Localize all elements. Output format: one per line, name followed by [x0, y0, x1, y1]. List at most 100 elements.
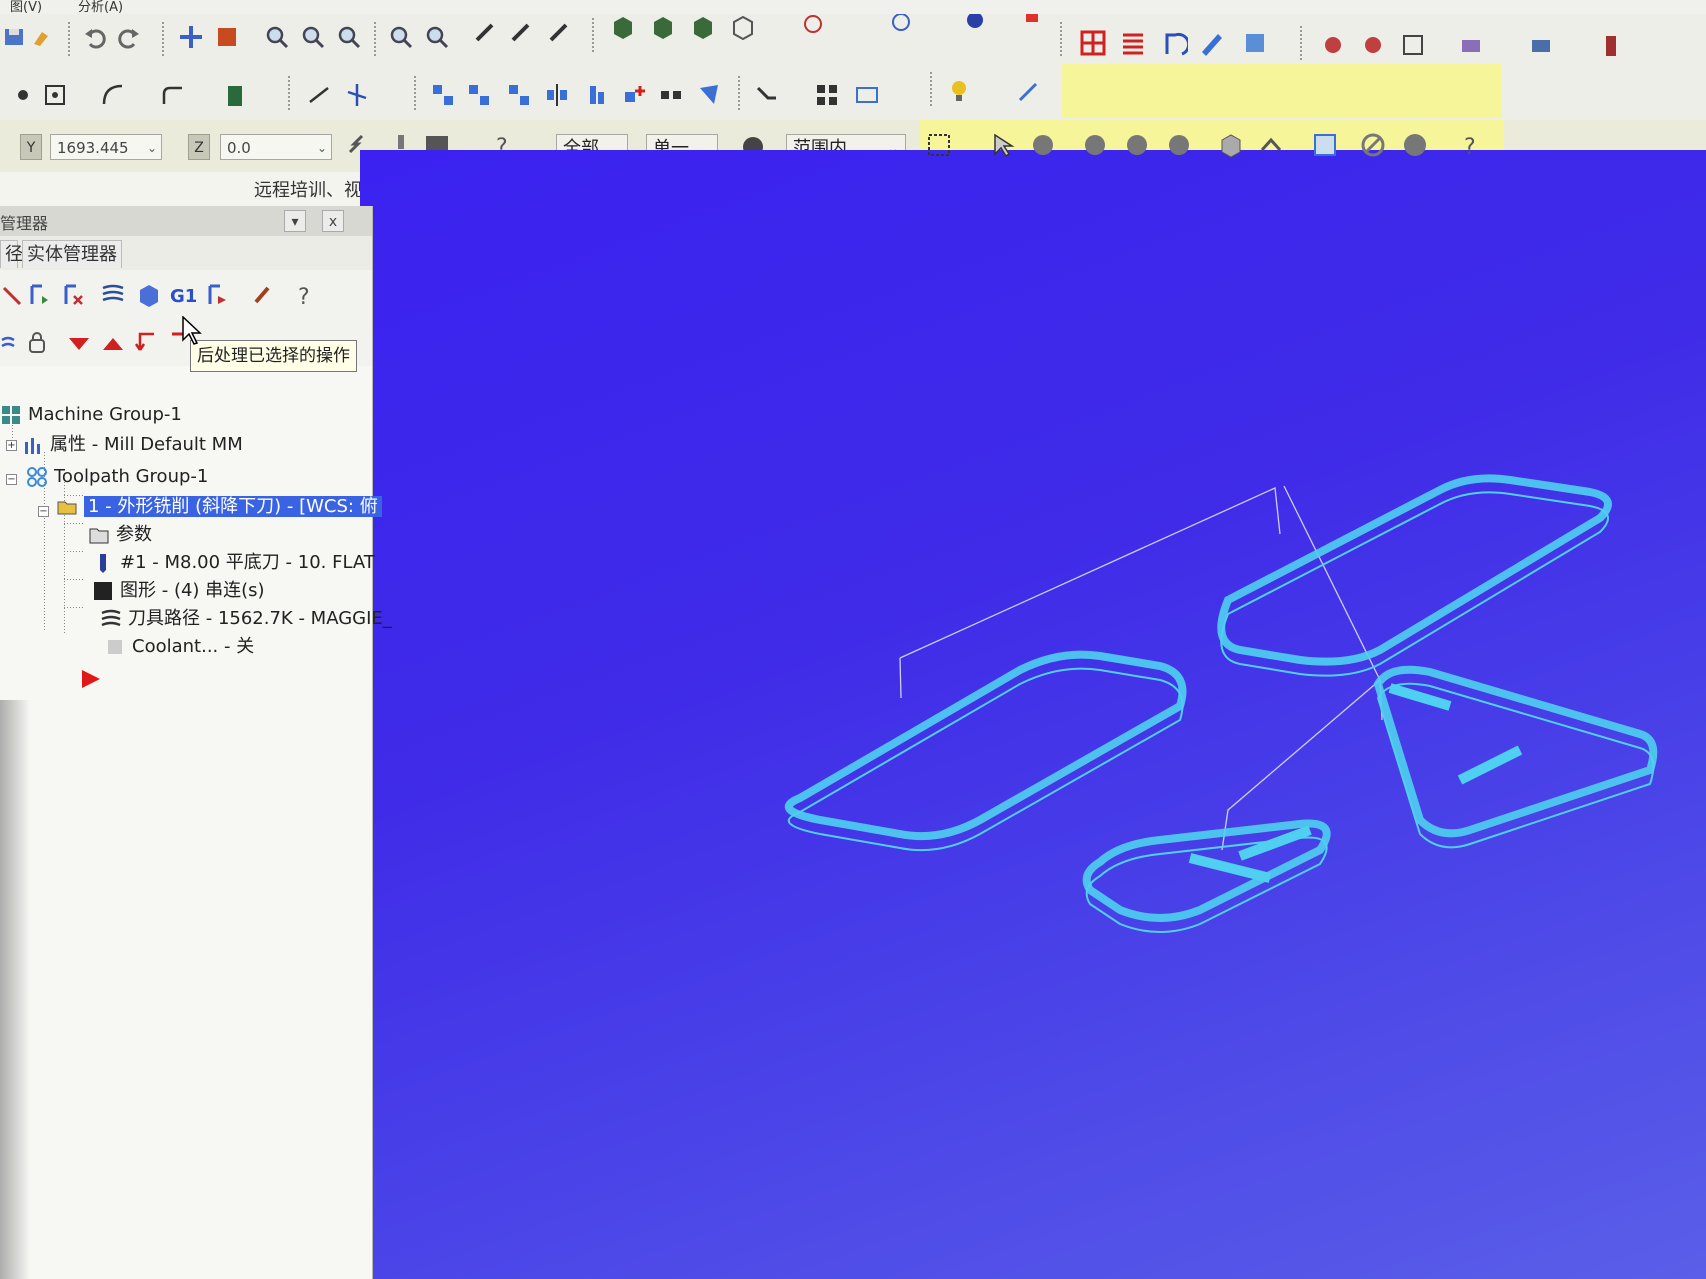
pen-icon[interactable]: [1198, 30, 1224, 56]
collapse-toggle[interactable]: −: [38, 506, 49, 517]
post-process-g1-icon[interactable]: G1: [170, 282, 196, 308]
grid4-icon[interactable]: [814, 82, 840, 108]
array-icon[interactable]: [658, 82, 684, 108]
tree-geometry[interactable]: 图形 - (4) 串连(s): [92, 578, 265, 604]
zoom-out-icon[interactable]: [336, 24, 362, 50]
hex-icon[interactable]: [1082, 132, 1108, 158]
tree-tool[interactable]: #1 - M8.00 平底刀 - 10. FLAT: [92, 550, 375, 576]
chain-icon[interactable]: [472, 20, 498, 46]
fillet-icon[interactable]: [160, 82, 186, 108]
box-icon[interactable]: [1400, 32, 1426, 58]
insert-arrow-icon[interactable]: [134, 330, 160, 356]
chevron-down-icon[interactable]: ⌄: [317, 135, 327, 161]
chevron-down-icon[interactable]: ⌄: [147, 135, 157, 161]
redo-icon[interactable]: [116, 24, 142, 50]
chain2-icon[interactable]: [508, 20, 534, 46]
xform3-icon[interactable]: [506, 82, 532, 108]
high-feed-icon[interactable]: [204, 282, 230, 308]
lock-icon[interactable]: [250, 282, 276, 308]
list-icon[interactable]: [1120, 30, 1146, 56]
tab-solids-manager[interactable]: 实体管理器: [22, 240, 122, 268]
globe-icon[interactable]: [888, 14, 914, 40]
solid-icon[interactable]: [1242, 30, 1268, 56]
menu-item-view[interactable]: 图(V): [10, 0, 42, 15]
view-iso-icon[interactable]: [610, 14, 636, 40]
zoom-in-icon[interactable]: [300, 24, 326, 50]
cam2-icon[interactable]: [1360, 32, 1386, 58]
arrow-down-right-icon[interactable]: [754, 82, 780, 108]
xform2-icon[interactable]: [466, 82, 492, 108]
zoom-prev-icon[interactable]: [424, 24, 450, 50]
cube-icon[interactable]: [1218, 132, 1244, 158]
view-front-icon[interactable]: [690, 14, 716, 40]
eraser-icon[interactable]: [1528, 32, 1554, 58]
zoom-window-icon[interactable]: [264, 24, 290, 50]
stack-icon[interactable]: [1458, 32, 1484, 58]
tree-parameters[interactable]: 参数: [88, 522, 152, 548]
arrow-up-icon[interactable]: [100, 330, 126, 356]
shade-icon[interactable]: [214, 24, 240, 50]
direction-icon[interactable]: [1016, 78, 1042, 104]
cam-icon[interactable]: [1320, 32, 1346, 58]
arc-icon[interactable]: [100, 82, 126, 108]
solid-select-icon[interactable]: [1030, 132, 1056, 158]
dot-icon[interactable]: [1402, 132, 1428, 158]
tab-toolpaths[interactable]: 径: [0, 240, 23, 268]
grid-icon[interactable]: [1080, 30, 1106, 56]
bottle-icon[interactable]: [1598, 32, 1624, 58]
add-icon[interactable]: [622, 82, 648, 108]
tree-toolpath[interactable]: 刀具路径 - 1562.7K - MAGGIE_: [100, 606, 392, 632]
snap-icon[interactable]: [10, 82, 36, 108]
pointer-icon[interactable]: [990, 132, 1016, 158]
pan-icon[interactable]: [178, 24, 204, 50]
trim-icon[interactable]: [306, 82, 332, 108]
wave-icon[interactable]: [0, 330, 26, 356]
brush-icon[interactable]: [28, 24, 54, 50]
z-coordinate-field[interactable]: 0.0 ⌄: [220, 134, 332, 160]
tree-toolpath-group[interactable]: Toolpath Group-1: [26, 464, 208, 490]
chain3-icon[interactable]: [546, 20, 572, 46]
up-arrow-icon[interactable]: [1258, 132, 1284, 158]
select-all-ops-icon[interactable]: [0, 282, 26, 308]
view-side-icon[interactable]: [730, 14, 756, 40]
panel-menu-button[interactable]: ▾: [284, 210, 306, 232]
expand-toggle[interactable]: +: [6, 440, 17, 451]
plane-icon[interactable]: [800, 14, 826, 40]
panel-close-button[interactable]: x: [322, 210, 344, 232]
tree-machine-group[interactable]: Machine Group-1: [0, 402, 182, 428]
break-icon[interactable]: [344, 82, 370, 108]
hex3-icon[interactable]: [1166, 132, 1192, 158]
red-icon[interactable]: [1020, 14, 1046, 40]
help2-icon[interactable]: ?: [1458, 132, 1484, 158]
point-icon[interactable]: [42, 82, 68, 108]
insert-arrow-marker[interactable]: [80, 668, 102, 694]
regenerate-icon[interactable]: [26, 282, 52, 308]
align-icon[interactable]: [584, 82, 610, 108]
regenerate-dirty-icon[interactable]: [60, 282, 86, 308]
help-icon[interactable]: ?: [292, 282, 318, 308]
no-icon[interactable]: [1360, 132, 1386, 158]
save-icon[interactable]: [2, 24, 28, 50]
collapse-toggle[interactable]: −: [6, 474, 17, 485]
surface-icon[interactable]: [222, 82, 248, 108]
tree-coolant[interactable]: Coolant... - 关: [104, 634, 254, 660]
xform-icon[interactable]: [430, 82, 456, 108]
mirror-icon[interactable]: [544, 82, 570, 108]
curve-icon[interactable]: [1162, 30, 1188, 56]
y-coordinate-field[interactable]: 1693.445 ⌄: [50, 134, 162, 160]
verify-icon[interactable]: [1312, 132, 1338, 158]
window-select-icon[interactable]: [926, 132, 952, 158]
sphere-icon[interactable]: [962, 14, 988, 40]
dimension-icon[interactable]: [854, 82, 880, 108]
graphics-viewport[interactable]: [360, 150, 1706, 1279]
verify-solid-icon[interactable]: [136, 282, 162, 308]
lock-ops-icon[interactable]: [24, 330, 50, 356]
flag-icon[interactable]: [696, 82, 722, 108]
view-top-icon[interactable]: [650, 14, 676, 40]
arrow-down-icon[interactable]: [66, 330, 92, 356]
menu-item-analyze[interactable]: 分析(A): [78, 0, 123, 15]
tree-properties[interactable]: 属性 - Mill Default MM: [22, 432, 243, 458]
backplot-icon[interactable]: [100, 282, 126, 308]
tree-operation-1[interactable]: 1 - 外形铣削 (斜降下刀) - [WCS: 俯: [56, 494, 382, 520]
hex2-icon[interactable]: [1124, 132, 1150, 158]
